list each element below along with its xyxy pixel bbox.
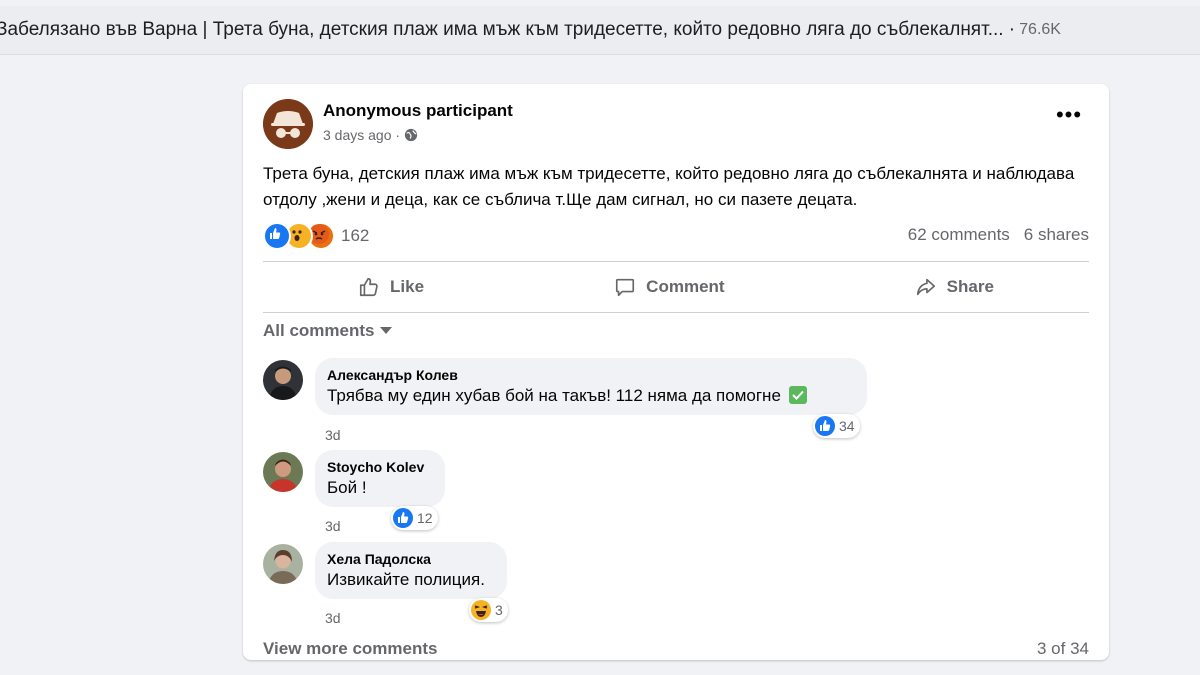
comments-filter-label: All comments <box>263 321 375 340</box>
caret-down-icon <box>380 327 393 334</box>
comment-icon <box>616 278 635 297</box>
commenter-avatar[interactable] <box>263 452 303 492</box>
share-button[interactable]: Share <box>885 268 1024 306</box>
comment-text: Бой ! <box>327 478 367 497</box>
check-mark-icon <box>789 386 808 404</box>
post-menu-button[interactable]: ••• <box>1051 104 1087 133</box>
commenter-avatar[interactable] <box>263 360 303 400</box>
comments-count[interactable]: 62 comments <box>908 225 1010 245</box>
comments-filter-dropdown[interactable]: All comments <box>263 321 393 341</box>
comment-reactions[interactable]: 3 <box>469 598 508 622</box>
avatar-photo-icon <box>263 452 303 492</box>
comment-bubble: Хела Падолска Извикайте полиция. <box>315 542 507 599</box>
comment-text: Извикайте полиция. <box>327 570 485 589</box>
member-count: 76.6K <box>1019 21 1061 38</box>
commenter-name[interactable]: Stoycho Kolev <box>327 459 431 475</box>
like-icon <box>393 508 413 528</box>
comment-button[interactable]: Comment <box>584 268 754 306</box>
anonymous-avatar[interactable] <box>263 99 313 149</box>
group-post-title[interactable]: Забелязано във Варна | Трета буна, детск… <box>0 19 1015 41</box>
comment-reaction-count: 34 <box>839 418 855 434</box>
post-card: Anonymous participant 3 days ago · ••• Т… <box>243 84 1109 660</box>
reaction-count[interactable]: 162 <box>341 226 369 246</box>
post-text: Трета буна, детския плаж има мъж към три… <box>263 164 1075 209</box>
like-icon <box>815 416 835 436</box>
comment-bubble: Stoycho Kolev Бой ! <box>315 450 445 507</box>
avatar-photo-icon <box>263 544 303 584</box>
comment-reactions[interactable]: 12 <box>391 506 438 530</box>
comment-time[interactable]: 3d <box>325 427 341 443</box>
like-button[interactable]: Like <box>328 268 454 306</box>
comment-reaction-count: 3 <box>495 602 503 618</box>
share-icon <box>916 278 935 296</box>
avatar-photo-icon <box>263 360 303 400</box>
comment-reaction-count: 12 <box>417 510 433 526</box>
globe-icon <box>404 128 418 142</box>
comment-bubble: Александър Колев Трябва му един хубав бо… <box>315 358 867 415</box>
comment-time[interactable]: 3d <box>325 518 341 534</box>
reactions-summary[interactable]: 162 <box>263 222 369 250</box>
incognito-icon <box>263 99 313 149</box>
commenter-name[interactable]: Хела Падолска <box>327 551 493 567</box>
comment-label: Comment <box>646 277 725 296</box>
group-title-bar: Забелязано във Варна | Трета буна, детск… <box>0 6 1200 55</box>
post-meta: 3 days ago · <box>323 127 418 143</box>
haha-icon <box>471 600 491 620</box>
post-time[interactable]: 3 days ago · <box>323 127 400 143</box>
like-icon <box>359 277 378 297</box>
comment-reactions[interactable]: 34 <box>813 414 860 438</box>
post-actions: Like Comment Share <box>263 262 1089 312</box>
comment-time[interactable]: 3d <box>325 610 341 626</box>
commenter-avatar[interactable] <box>263 544 303 584</box>
like-label: Like <box>390 277 425 296</box>
comment-text: Трябва му един хубав бой на такъв! 112 н… <box>327 386 781 405</box>
post-author[interactable]: Anonymous participant <box>323 101 513 121</box>
post-stats: 62 comments 6 shares <box>908 225 1089 245</box>
like-icon <box>263 222 291 250</box>
comments-pagination: 3 of 34 <box>1037 639 1089 658</box>
shares-count[interactable]: 6 shares <box>1024 225 1089 245</box>
commenter-name[interactable]: Александър Колев <box>327 367 853 383</box>
divider <box>263 312 1089 313</box>
view-more-comments-link[interactable]: View more comments <box>263 639 437 659</box>
share-label: Share <box>946 277 994 296</box>
